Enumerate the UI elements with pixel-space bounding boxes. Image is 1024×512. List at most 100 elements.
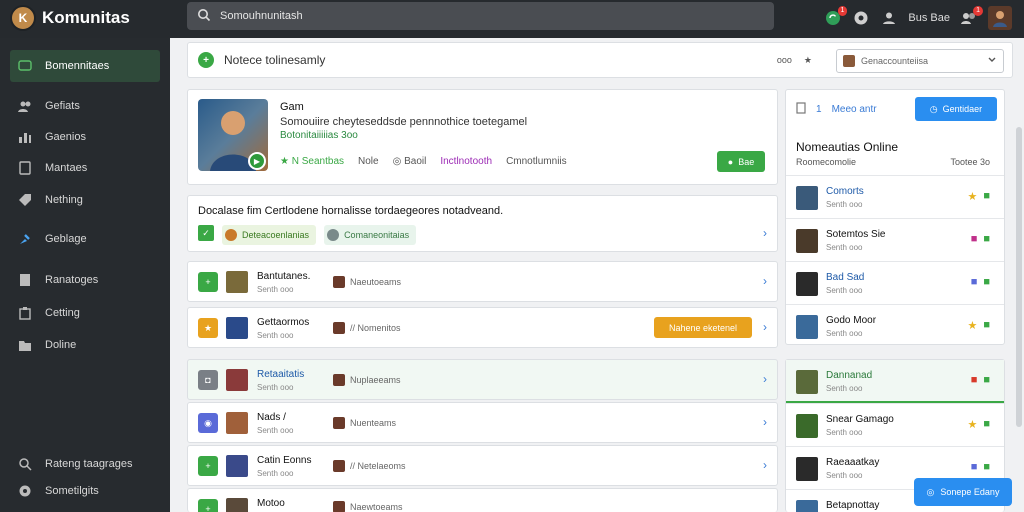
group-icon[interactable]: 1	[960, 6, 983, 27]
row-name: Motoo	[257, 498, 285, 509]
member-name: Bad Sad	[826, 272, 865, 283]
row-meta: Naewtoeams	[333, 501, 403, 512]
search-icon	[17, 456, 33, 472]
sidebar-item-geblage[interactable]: Geblage	[10, 223, 160, 255]
sidebar-item-messages[interactable]: Mantaes	[10, 152, 160, 184]
panel-action-button[interactable]: ◷ Gentidaer	[915, 97, 997, 121]
user-icon[interactable]	[880, 9, 898, 27]
join-button[interactable]: ● Bae	[717, 151, 765, 172]
account-avatar	[843, 55, 855, 67]
member-avatar	[796, 315, 818, 339]
sidebar-item-ranatoges[interactable]: Ranatoges	[10, 264, 160, 296]
add-icon[interactable]: +	[198, 52, 214, 68]
member-name: Sotemtos Sie	[826, 229, 886, 240]
table-row[interactable]: ◘ Retaaitatis Senth ooo Nuplaeeams ›	[187, 359, 778, 400]
notice-bar: + Notece tolinesamly ooo ★ Genaccounteii…	[187, 42, 1013, 78]
sidebar-item-doline[interactable]: Doline	[10, 329, 160, 361]
game-description: Somouiire cheyteseddsde pennnothice toet…	[280, 116, 528, 128]
more-icon[interactable]: ooo	[777, 55, 792, 66]
account-select[interactable]: Genaccounteiisa	[836, 49, 1004, 73]
chevron-right-icon[interactable]: ›	[763, 415, 767, 429]
tag-icon	[17, 192, 33, 208]
row-name: Gettaormos	[257, 317, 310, 328]
play-icon[interactable]: ▶	[248, 152, 266, 170]
member-row[interactable]: Sotemtos Sie Senth ooo ■ ■	[786, 218, 1004, 261]
app-logo[interactable]: K Komunitas	[10, 5, 130, 31]
row-meta: Naeutoeams	[333, 276, 401, 288]
badge-icon[interactable]: ■	[971, 374, 978, 386]
game-meta-d: Cmnotlumniis	[506, 156, 567, 167]
member-row[interactable]: Dannanad Senth ooo ■ ■	[786, 360, 1004, 403]
table-row[interactable]: + Motoo Naewtoeams	[187, 488, 778, 512]
user-name[interactable]: Bus Bae	[908, 12, 950, 24]
search-bar[interactable]	[187, 2, 774, 30]
controller-icon[interactable]: ■	[983, 233, 990, 245]
tag-a[interactable]: Deteacoenlanias	[222, 225, 317, 245]
sidebar-item-games[interactable]: Gaenios	[10, 121, 160, 153]
members-link[interactable]: 1 Meeo antr	[796, 102, 877, 117]
member-sub: Senth ooo	[826, 243, 863, 252]
page-icon	[17, 272, 33, 288]
member-actions: ■ ■	[971, 233, 990, 245]
refresh-icon[interactable]: 1	[824, 6, 848, 27]
member-avatar	[796, 500, 818, 512]
help-button[interactable]: ◎ Sonepe Edany	[914, 478, 1012, 506]
search-icon	[197, 8, 211, 25]
notification-badge: 1	[837, 6, 848, 16]
online-members-panel: 1 Meeo antr ◷ Gentidaer Nomeautias Onlin…	[785, 89, 1005, 345]
row-avatar	[226, 412, 248, 434]
building-icon	[17, 305, 33, 321]
member-name: Betapnottay	[826, 500, 880, 511]
help-icon[interactable]	[852, 9, 870, 27]
table-row[interactable]: + Bantutanes. Senth ooo Naeutoeams ›	[187, 261, 778, 302]
member-row[interactable]: Comorts Senth ooo ★ ■	[786, 175, 1004, 218]
controller-icon[interactable]: ■	[983, 319, 990, 332]
badge-icon[interactable]: ■	[971, 233, 978, 245]
controller-icon[interactable]: ■	[983, 190, 990, 203]
discord-icon: ◉	[198, 413, 218, 433]
sidebar-item-communities[interactable]: Bomennitaes	[10, 50, 160, 82]
table-row[interactable]: ◉ Nads / Senth ooo Nuenteams ›	[187, 402, 778, 443]
table-row[interactable]: ★ Gettaormos Senth ooo // Nomenitos Nahe…	[187, 307, 778, 348]
badge-icon[interactable]: ■	[971, 276, 978, 288]
sidebar-item-settings[interactable]: Sometilgits	[10, 475, 160, 507]
sidebar-item-nothing[interactable]: Nething	[10, 184, 160, 216]
check-icon: ✓	[198, 225, 214, 241]
game-link[interactable]: Botonitaiiiiias 3oo	[280, 130, 358, 141]
user-avatar[interactable]	[988, 6, 1012, 30]
search-input[interactable]	[220, 10, 740, 22]
description-text: Docalase fim Certlodene hornalisse torda…	[198, 205, 504, 217]
game-name: Gam	[280, 101, 304, 113]
controller-icon[interactable]: ■	[983, 374, 990, 386]
game-meta-c[interactable]: Inctlnotooth	[440, 156, 492, 167]
star-icon[interactable]: ★	[804, 55, 812, 66]
tag-b[interactable]: Comaneonitaias	[324, 225, 417, 245]
action-button[interactable]: Nahene eketenel	[654, 317, 752, 338]
notification-badge: 1	[973, 6, 983, 16]
clock-icon: ◷	[929, 103, 938, 114]
trophy-icon[interactable]: ★	[967, 319, 977, 332]
plus-icon: +	[198, 456, 218, 476]
people-icon	[17, 98, 33, 114]
badge-icon[interactable]: ■	[971, 461, 978, 473]
member-row[interactable]: Bad Sad Senth ooo ■ ■	[786, 261, 1004, 304]
chevron-right-icon[interactable]: ›	[763, 372, 767, 386]
member-row[interactable]: Snear Gamago Senth ooo ★ ■	[786, 403, 1004, 446]
table-row[interactable]: + Catin Eonns Senth ooo // Netelaeoms ›	[187, 445, 778, 486]
scrollbar[interactable]	[1016, 127, 1022, 427]
member-avatar	[796, 370, 818, 394]
sidebar: Bomennitaes Gefiats Gaenios Mantaes Neth…	[0, 38, 170, 512]
controller-icon[interactable]: ■	[983, 461, 990, 473]
chevron-right-icon[interactable]: ›	[763, 274, 767, 288]
controller-icon[interactable]: ■	[983, 276, 990, 288]
panel-subtitle: Roomecomolie	[796, 157, 857, 167]
chevron-right-icon[interactable]: ›	[763, 458, 767, 472]
sidebar-item-friends[interactable]: Gefiats	[10, 90, 160, 122]
sidebar-item-cetting[interactable]: Cetting	[10, 297, 160, 329]
controller-icon[interactable]: ■	[983, 418, 990, 431]
member-row[interactable]: Godo Moor Senth ooo ★ ■	[786, 304, 1004, 347]
chevron-right-icon[interactable]: ›	[763, 320, 767, 334]
trophy-icon[interactable]: ★	[967, 418, 977, 431]
chevron-right-icon[interactable]: ›	[763, 226, 767, 240]
trophy-icon[interactable]: ★	[967, 190, 977, 203]
